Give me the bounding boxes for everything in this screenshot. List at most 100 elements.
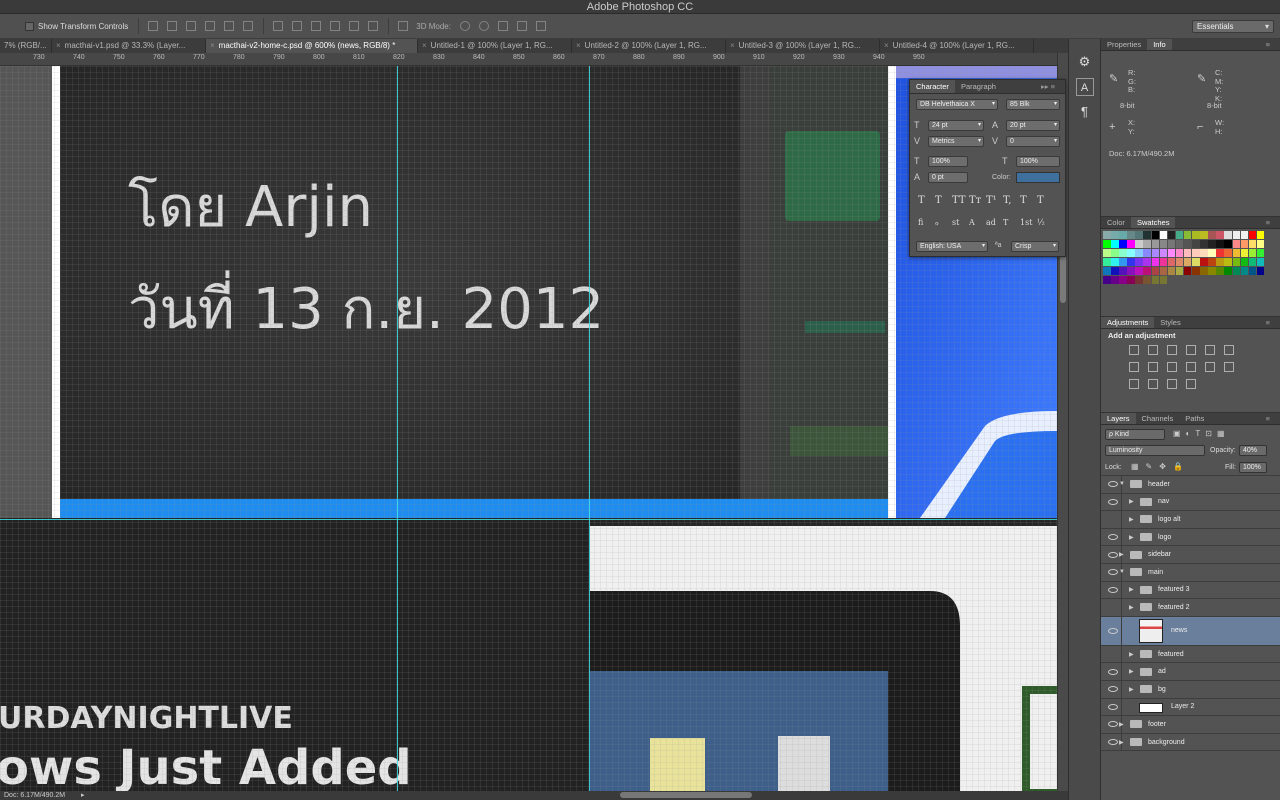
panel-menu-icon[interactable]: ≡ [1260,317,1276,329]
color-swatch[interactable] [1256,231,1265,239]
color-swatch[interactable] [1159,276,1168,284]
antialias-select[interactable]: Crisp [1011,241,1059,252]
color-swatch[interactable] [1127,276,1135,284]
gradient-map-icon[interactable] [1186,379,1196,389]
collapse-arrow-icon[interactable]: ▼ [1119,481,1125,487]
tab-layers[interactable]: Layers [1101,413,1136,424]
3d-slide-icon[interactable] [516,21,527,31]
opentype-button[interactable]: st [952,218,959,227]
doc-tab[interactable]: × macthai-v1.psd @ 33.3% (Layer... [52,39,206,53]
tracking-field[interactable]: 0 [1006,136,1060,147]
color-swatch[interactable] [1103,276,1111,284]
color-swatch[interactable] [1224,258,1232,266]
color-swatch[interactable] [1143,240,1151,248]
expand-arrow-icon[interactable]: ▶ [1129,686,1134,693]
color-swatch[interactable] [1119,258,1127,266]
expand-arrow-icon[interactable]: ▶ [1129,534,1134,541]
distribute-vcenter-icon[interactable] [292,21,303,31]
color-swatch[interactable] [1240,258,1249,266]
3d-camera-icon[interactable] [535,21,546,31]
type-style-button[interactable]: T [1037,195,1044,206]
kerning-select[interactable]: Metrics [928,136,984,147]
type-style-button[interactable]: T [918,195,925,206]
color-swatch[interactable] [1183,249,1192,257]
color-swatch[interactable] [1135,258,1143,266]
language-select[interactable]: English: USA [916,241,988,252]
guide-horizontal[interactable] [0,519,1057,520]
tab-swatches[interactable]: Swatches [1130,217,1176,228]
color-swatch[interactable] [1143,249,1151,257]
3d-roll-icon[interactable] [478,21,489,31]
color-swatch[interactable] [1232,240,1240,248]
font-style-select[interactable]: 85 Blk [1006,99,1060,110]
hue-saturation-icon[interactable] [1224,345,1234,355]
color-swatch[interactable] [1216,231,1224,239]
doc-tab[interactable]: × Untitled-3 @ 100% (Layer 1, RG... [726,39,880,53]
layer-row[interactable]: ▶ footer [1101,716,1280,734]
color-swatch[interactable] [1151,258,1160,266]
color-swatch[interactable] [1159,267,1168,275]
color-swatch[interactable] [1200,240,1208,248]
status-arrow-icon[interactable]: ▸ [81,792,85,799]
type-style-button[interactable]: T, [1003,195,1011,206]
layer-row[interactable]: news [1101,616,1280,646]
expand-arrow-icon[interactable]: ▶ [1119,551,1124,558]
color-swatch[interactable] [1224,240,1232,248]
opentype-button[interactable]: ad [986,218,996,227]
color-swatch[interactable] [1111,276,1119,284]
panel-menu-icon[interactable]: ▸▸ ≡ [1035,80,1061,94]
layer-row[interactable]: ▶ featured 3 [1101,581,1280,600]
color-swatch[interactable] [1183,267,1192,275]
expand-arrow-icon[interactable]: ▶ [1129,586,1134,593]
vertical-scale-field[interactable]: 100% [928,156,968,167]
expand-arrow-icon[interactable]: ▶ [1129,651,1134,658]
panel-menu-icon[interactable]: ≡ [1260,413,1276,425]
color-swatch[interactable] [1143,231,1151,239]
doc-tab[interactable]: 7% (RGB/... [0,39,52,53]
layer-row[interactable]: ▶ logo alt [1101,511,1280,529]
color-swatch[interactable] [1127,258,1135,266]
color-swatch[interactable] [1151,231,1160,239]
color-swatch[interactable] [1192,231,1200,239]
blend-mode-select[interactable]: Luminosity [1105,445,1205,456]
color-swatch[interactable] [1151,240,1160,248]
selective-color-icon[interactable] [1167,379,1177,389]
layer-row[interactable]: ▶ ad [1101,663,1280,681]
history-icon[interactable]: ⚙ [1076,53,1094,71]
black-white-icon[interactable] [1148,362,1158,372]
horizontal-scale-field[interactable]: 100% [1016,156,1060,167]
layer-row[interactable]: ▶ sidebar [1101,546,1280,564]
auto-align-icon[interactable] [398,21,409,31]
color-swatch[interactable] [1127,249,1135,257]
color-swatch[interactable] [1183,231,1192,239]
color-swatch[interactable] [1175,249,1184,257]
panel-menu-icon[interactable]: ≡ [1260,217,1276,229]
exposure-icon[interactable] [1186,345,1196,355]
color-swatch[interactable] [1119,249,1127,257]
tab-styles[interactable]: Styles [1154,317,1186,328]
color-swatch[interactable] [1240,231,1249,239]
color-swatch[interactable] [1103,231,1111,239]
color-swatch[interactable] [1119,276,1127,284]
canvas[interactable]: โดย Arjin วันที่ 13 ก.ย. 2012 URDAYNIGHT… [0,66,1057,791]
lock-icons[interactable]: ▦✎✥🔒 [1131,462,1190,471]
color-swatch[interactable] [1111,231,1119,239]
paragraph-icon[interactable]: ¶ [1076,103,1094,121]
color-swatch[interactable] [1167,231,1176,239]
align-left-icon[interactable] [205,21,216,31]
distribute-right-icon[interactable] [368,21,379,31]
align-hcenter-icon[interactable] [224,21,235,31]
filter-type-icons[interactable]: ▣◐T⊡▦ [1173,429,1230,438]
layer-row[interactable]: ▶ bg [1101,680,1280,699]
color-swatch[interactable] [1159,240,1168,248]
color-swatch[interactable] [1103,240,1111,248]
color-swatch[interactable] [1175,231,1184,239]
expand-arrow-icon[interactable]: ▶ [1129,668,1134,675]
channel-mixer-icon[interactable] [1186,362,1196,372]
color-swatch[interactable] [1111,267,1119,275]
color-swatch[interactable] [1200,231,1208,239]
expand-arrow-icon[interactable]: ▶ [1129,498,1134,505]
align-vcenter-icon[interactable] [167,21,178,31]
align-bottom-icon[interactable] [186,21,197,31]
color-swatch[interactable] [1151,276,1160,284]
